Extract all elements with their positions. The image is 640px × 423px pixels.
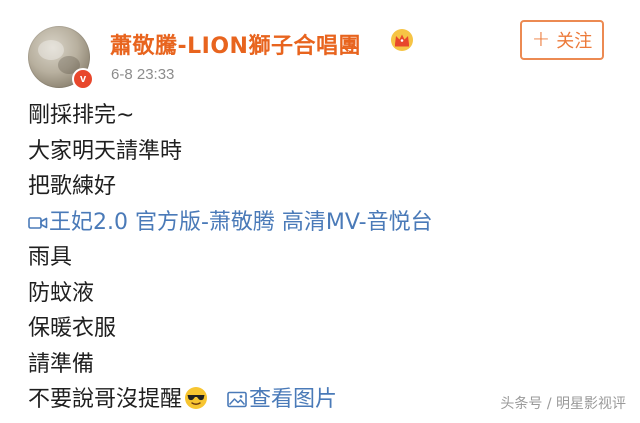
view-image-label: 查看图片 [249, 387, 338, 412]
watermark: 头条号 / 明星影视评 [500, 396, 626, 412]
post-line: 防蚊液 [28, 280, 95, 306]
post-line: 保暖衣服 [28, 316, 117, 341]
follow-label: 关注 [556, 31, 593, 52]
sunglasses-emoji-icon [185, 387, 208, 409]
post-line: 請準備 [28, 351, 95, 377]
user-name[interactable]: 蕭敬騰-LION獅子合唱團 [110, 28, 361, 60]
post-line: 雨具 [28, 245, 73, 270]
follow-button[interactable]: + 关注 [520, 20, 604, 60]
video-link-text: 王妃2.0 官方版-萧敬腾 高清MV-音悦台 [49, 209, 433, 235]
post-line: 把歌練好 [28, 174, 117, 199]
post-line: 剛採排完~ [28, 103, 135, 128]
image-icon [227, 391, 247, 408]
crown-icon [391, 29, 413, 51]
video-icon [28, 216, 48, 229]
video-link-line: 王妃2.0 官方版-萧敬腾 高清MV-音悦台 [28, 205, 620, 241]
avatar-texture [38, 40, 64, 60]
verified-badge-icon: v [72, 68, 94, 90]
view-image-link[interactable]: 查看图片 [220, 387, 337, 412]
post-content: 剛採排完~ 大家明天請準時 把歌練好 王妃2.0 官方版-萧敬腾 高清MV-音悦… [28, 98, 620, 418]
post-header: v 蕭敬騰-LION獅子合唱團 6-8 23:33 + 关注 [24, 18, 620, 90]
plus-icon: + [531, 27, 551, 52]
post-line: 大家明天請準時 [28, 138, 183, 164]
video-link[interactable]: 王妃2.0 官方版-萧敬腾 高清MV-音悦台 [28, 210, 433, 235]
post-last-text: 不要說哥沒提醒 [28, 387, 183, 412]
post-timestamp: 6-8 23:33 [111, 66, 175, 83]
